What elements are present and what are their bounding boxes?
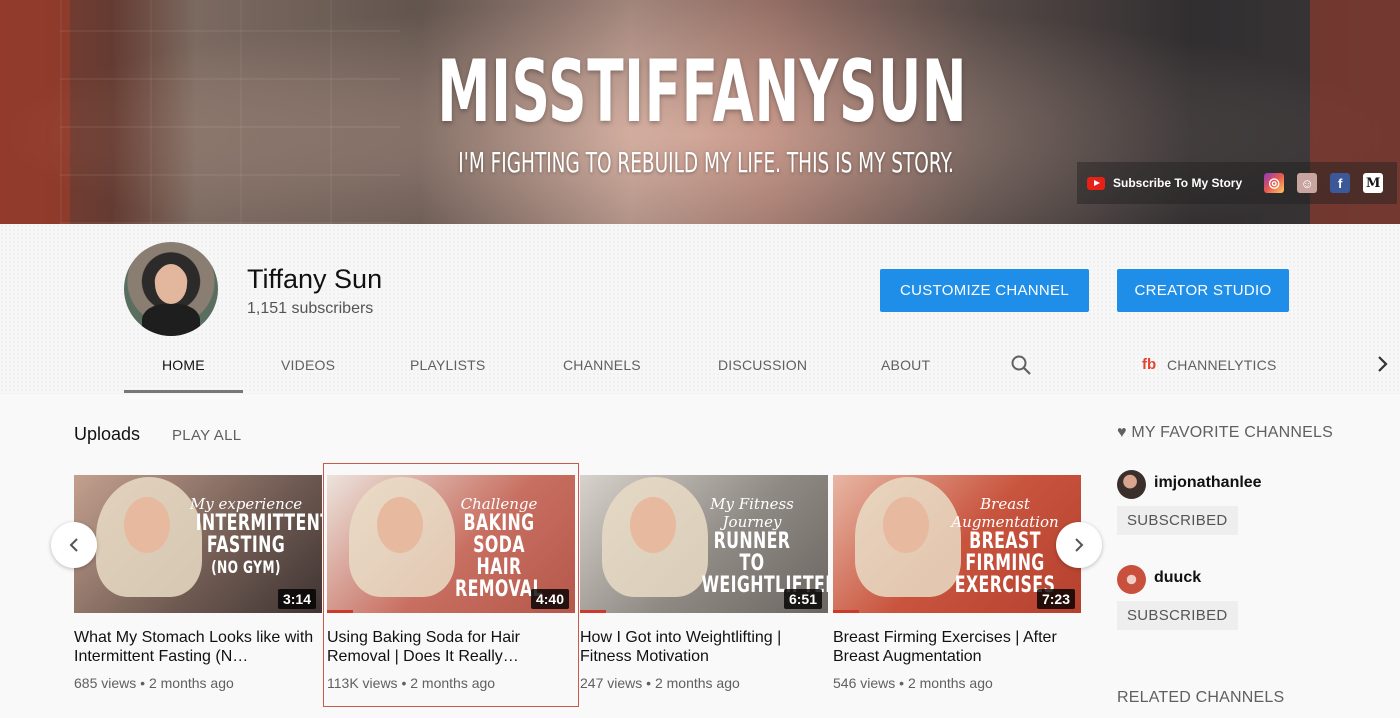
video-duration: 7:23	[1036, 589, 1075, 609]
subscribed-button[interactable]: SUBSCRIBED	[1117, 506, 1238, 535]
banner-title: MISSTIFFANYSUN	[437, 42, 968, 142]
video-age: 2 months ago	[148, 675, 234, 691]
play-all-button[interactable]: PLAY ALL	[172, 427, 241, 444]
video-meta: 546 views • 2 months ago	[833, 675, 993, 691]
video-meta: 685 views • 2 months ago	[74, 675, 234, 691]
tab-channelytics[interactable]: CHANNELYTICS	[1167, 357, 1277, 373]
featured-channel-name[interactable]: duuck	[1154, 569, 1201, 587]
channel-avatar[interactable]	[1117, 470, 1146, 499]
thumbnail-face	[630, 497, 676, 553]
thumbnail-text: My Fitness Journey RUNNER TO WEIGHTLIFTE…	[682, 495, 828, 597]
youtube-icon	[1087, 176, 1105, 190]
channel-banner: MISSTIFFANYSUN I'M FIGHTING TO REBUILD M…	[0, 0, 1400, 224]
video-age: 2 months ago	[654, 675, 740, 691]
avatar-body	[142, 304, 200, 336]
video-card[interactable]: My Fitness Journey RUNNER TO WEIGHTLIFTE…	[580, 475, 828, 691]
channel-avatar[interactable]	[1117, 565, 1146, 594]
video-thumbnail[interactable]: My experience INTERMITTENT FASTING (NO G…	[74, 475, 322, 613]
video-title[interactable]: How I Got into Weightlifting | Fitness M…	[580, 628, 828, 666]
thumbnail-script-text: My Fitness Journey	[710, 495, 794, 531]
video-meta: 247 views • 2 months ago	[580, 675, 740, 691]
thumbnail-text: Breast Augmentation BREAST FIRMING EXERC…	[935, 495, 1075, 597]
video-duration: 3:14	[277, 589, 316, 609]
related-channels-heading: RELATED CHANNELS	[1117, 689, 1285, 706]
uploads-heading[interactable]: Uploads	[74, 424, 140, 445]
instagram-icon[interactable]: ◎	[1264, 173, 1285, 193]
avatar-face	[155, 264, 187, 304]
video-duration: 6:51	[783, 589, 822, 609]
watch-progress	[833, 610, 859, 613]
medium-icon[interactable]: M	[1363, 173, 1384, 193]
thumbnail-line: BREAST	[969, 529, 1041, 554]
thumbnail-line: INTERMITTENT	[195, 511, 322, 536]
tab-channels[interactable]: CHANNELS	[563, 357, 641, 373]
featured-channel-name[interactable]: imjonathanlee	[1154, 474, 1262, 492]
selected-video-highlight	[323, 463, 579, 707]
chevron-left-icon	[69, 538, 78, 552]
active-tab-indicator	[124, 390, 243, 393]
banner-links: Subscribe To My Story ◎ ☺ f M	[1077, 162, 1397, 204]
thumbnail-face	[124, 497, 170, 553]
watch-progress	[580, 610, 606, 613]
subscribe-story-link[interactable]: Subscribe To My Story	[1113, 176, 1242, 190]
channelytics-logo-icon: fb	[1142, 356, 1157, 373]
thumbnail-line: (NO GYM)	[211, 558, 281, 578]
customize-channel-button[interactable]: CUSTOMIZE CHANNEL	[880, 269, 1089, 312]
thumbnail-line: RUNNER TO	[713, 529, 791, 576]
video-views: 247 views	[580, 675, 643, 691]
channel-header: Tiffany Sun 1,151 subscribers CUSTOMIZE …	[0, 224, 1400, 394]
channel-avatar[interactable]	[124, 242, 218, 336]
carousel-prev-button[interactable]	[51, 522, 97, 568]
chevron-right-icon	[1075, 538, 1084, 552]
favorite-channels-heading: ♥ MY FAVORITE CHANNELS	[1117, 424, 1334, 441]
thumbnail-line: FIRMING	[965, 551, 1045, 576]
subscribed-button[interactable]: SUBSCRIBED	[1117, 601, 1238, 630]
thumbnail-line: FASTING	[206, 533, 286, 558]
tab-discussion[interactable]: DISCUSSION	[718, 357, 807, 373]
tab-videos[interactable]: VIDEOS	[281, 357, 335, 373]
search-icon[interactable]	[1010, 354, 1032, 376]
video-title[interactable]: Breast Firming Exercises | After Breast …	[833, 628, 1081, 666]
facebook-icon[interactable]: f	[1330, 173, 1351, 193]
thumbnail-text: My experience INTERMITTENT FASTING (NO G…	[176, 495, 322, 579]
video-views: 546 views	[833, 675, 896, 691]
video-views: 685 views	[74, 675, 137, 691]
tab-home[interactable]: HOME	[162, 357, 205, 373]
tab-playlists[interactable]: PLAYLISTS	[410, 357, 485, 373]
subscriber-count: 1,151 subscribers	[247, 300, 374, 317]
banner-subtitle: I'M FIGHTING TO REBUILD MY LIFE. THIS IS…	[458, 146, 954, 179]
video-title[interactable]: What My Stomach Looks like with Intermit…	[74, 628, 322, 666]
video-thumbnail[interactable]: Breast Augmentation BREAST FIRMING EXERC…	[833, 475, 1081, 613]
tab-about[interactable]: ABOUT	[881, 357, 930, 373]
video-card[interactable]: My experience INTERMITTENT FASTING (NO G…	[74, 475, 322, 691]
carousel-next-button[interactable]	[1056, 522, 1102, 568]
thumbnail-script-text: Breast Augmentation	[951, 495, 1059, 531]
snapchat-icon[interactable]: ☺	[1297, 173, 1318, 193]
chevron-right-icon[interactable]	[1376, 354, 1390, 374]
video-thumbnail[interactable]: My Fitness Journey RUNNER TO WEIGHTLIFTE…	[580, 475, 828, 613]
video-card[interactable]: Breast Augmentation BREAST FIRMING EXERC…	[833, 475, 1081, 691]
channel-name: Tiffany Sun	[247, 264, 383, 294]
creator-studio-button[interactable]: CREATOR STUDIO	[1117, 269, 1289, 312]
thumbnail-face	[883, 497, 929, 553]
channel-tabs: HOME VIDEOS PLAYLISTS CHANNELS DISCUSSIO…	[124, 342, 1400, 394]
video-age: 2 months ago	[907, 675, 993, 691]
